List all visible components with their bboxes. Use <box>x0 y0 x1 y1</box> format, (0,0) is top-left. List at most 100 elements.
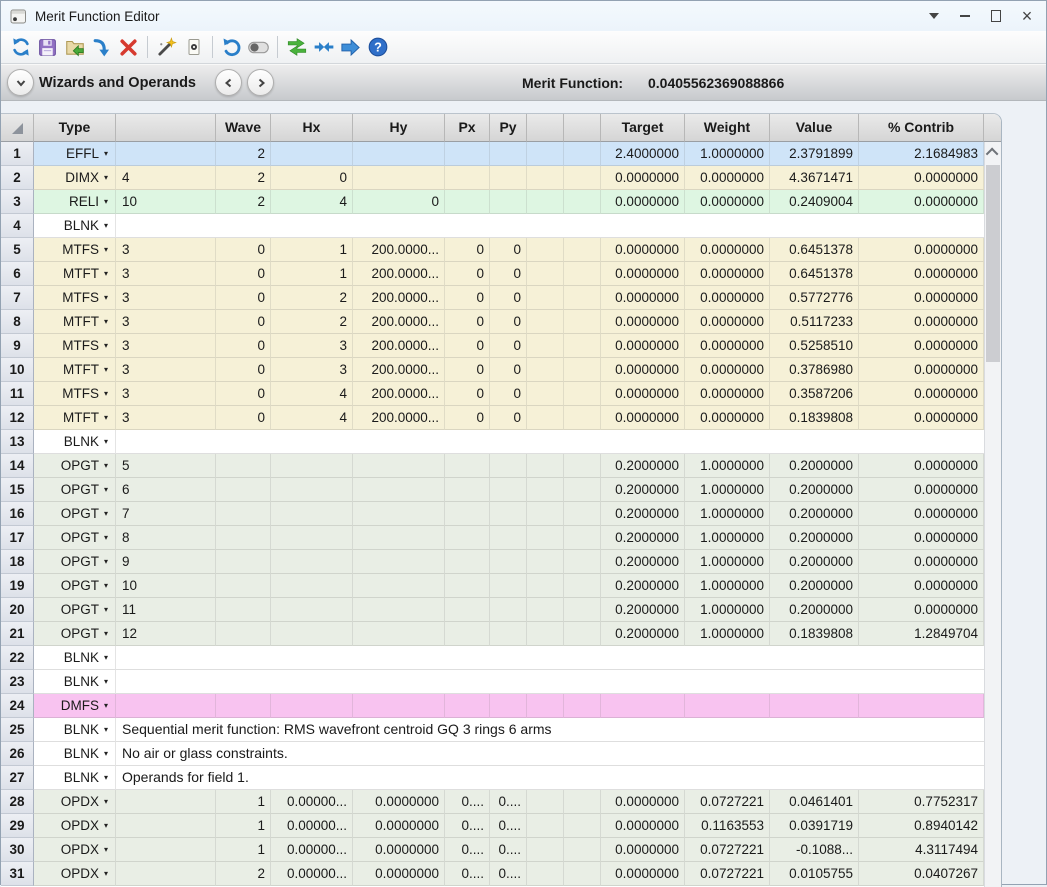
cell-hx[interactable]: 0.00000... <box>271 814 353 838</box>
cell-p1[interactable]: 9 <box>116 550 216 574</box>
operand-type-dropdown[interactable]: MTFS▾ <box>34 334 116 358</box>
cell-target[interactable]: 0.0000000 <box>601 406 685 430</box>
row-number[interactable]: 19 <box>1 574 34 598</box>
cell-p1[interactable]: 7 <box>116 502 216 526</box>
cell-b1[interactable] <box>527 454 564 478</box>
maximize-button[interactable] <box>985 5 1007 27</box>
cell-p1[interactable] <box>116 814 216 838</box>
cell-b2[interactable] <box>564 238 601 262</box>
operand-type-dropdown[interactable]: OPGT▾ <box>34 454 116 478</box>
cell-p1[interactable]: 3 <box>116 382 216 406</box>
cell-target[interactable]: 0.0000000 <box>601 790 685 814</box>
row-number[interactable]: 22 <box>1 646 34 670</box>
cell-target[interactable]: 0.0000000 <box>601 190 685 214</box>
cell-target[interactable]: 0.2000000 <box>601 478 685 502</box>
cell-b2[interactable] <box>564 382 601 406</box>
cell-b1[interactable] <box>527 550 564 574</box>
row-number[interactable]: 30 <box>1 838 34 862</box>
cell-px[interactable]: 0 <box>445 334 490 358</box>
cell-hy[interactable] <box>353 598 445 622</box>
cell-py[interactable] <box>490 550 527 574</box>
cell-b1[interactable] <box>527 574 564 598</box>
cell-px[interactable]: 0.... <box>445 862 490 886</box>
row-number[interactable]: 12 <box>1 406 34 430</box>
cell-p1[interactable]: 10 <box>116 574 216 598</box>
refresh-button[interactable] <box>7 34 34 61</box>
cell-py[interactable]: 0.... <box>490 790 527 814</box>
cell-p1[interactable] <box>116 790 216 814</box>
cell-hy[interactable]: 200.0000... <box>353 238 445 262</box>
cell-hx[interactable]: 1 <box>271 262 353 286</box>
cell-py[interactable]: 0 <box>490 262 527 286</box>
cell-hy[interactable] <box>353 166 445 190</box>
cell-p1[interactable]: 10 <box>116 190 216 214</box>
cell-p1[interactable]: 3 <box>116 334 216 358</box>
cell-wave[interactable] <box>216 478 271 502</box>
cell-py[interactable] <box>490 190 527 214</box>
comment-cell[interactable] <box>116 430 984 454</box>
cell-b1[interactable] <box>527 598 564 622</box>
cell-hy[interactable] <box>353 526 445 550</box>
operand-type-dropdown[interactable]: EFFL▾ <box>34 142 116 166</box>
cell-b2[interactable] <box>564 526 601 550</box>
operand-type-dropdown[interactable]: OPDX▾ <box>34 790 116 814</box>
cell-target[interactable]: 0.0000000 <box>601 286 685 310</box>
cell-p1[interactable]: 11 <box>116 598 216 622</box>
cell-contrib[interactable]: 0.0000000 <box>859 454 984 478</box>
cell-wave[interactable]: 0 <box>216 310 271 334</box>
vertical-scrollbar[interactable] <box>984 142 1001 887</box>
operand-type-dropdown[interactable]: OPGT▾ <box>34 622 116 646</box>
cell-weight[interactable]: 0.0000000 <box>685 310 770 334</box>
cell-px[interactable]: 0 <box>445 286 490 310</box>
row-number[interactable]: 26 <box>1 742 34 766</box>
cell-px[interactable]: 0 <box>445 406 490 430</box>
cell-py[interactable]: 0 <box>490 286 527 310</box>
cell-py[interactable] <box>490 622 527 646</box>
cell-value[interactable]: 0.3587206 <box>770 382 859 406</box>
cell-p1[interactable]: 3 <box>116 358 216 382</box>
cell-b2[interactable] <box>564 286 601 310</box>
cell-px[interactable]: 0 <box>445 358 490 382</box>
cell-wave[interactable]: 0 <box>216 334 271 358</box>
cell-b2[interactable] <box>564 862 601 886</box>
row-number[interactable]: 7 <box>1 286 34 310</box>
pin-menu-button[interactable] <box>923 5 945 27</box>
cell-contrib[interactable]: 0.7752317 <box>859 790 984 814</box>
cell-weight[interactable]: 0.0727221 <box>685 790 770 814</box>
row-number[interactable]: 15 <box>1 478 34 502</box>
cell-value[interactable]: 0.0461401 <box>770 790 859 814</box>
cell-b1[interactable] <box>527 694 564 718</box>
undo-button[interactable] <box>218 34 245 61</box>
cell-value[interactable]: 0.3786980 <box>770 358 859 382</box>
cell-px[interactable] <box>445 622 490 646</box>
cell-contrib[interactable]: 0.0000000 <box>859 358 984 382</box>
cell-wave[interactable]: 1 <box>216 814 271 838</box>
operand-type-dropdown[interactable]: OPGT▾ <box>34 598 116 622</box>
cell-p1[interactable]: 12 <box>116 622 216 646</box>
cell-value[interactable]: 2.3791899 <box>770 142 859 166</box>
operand-type-dropdown[interactable]: MTFT▾ <box>34 262 116 286</box>
cell-hy[interactable]: 200.0000... <box>353 406 445 430</box>
row-number[interactable]: 27 <box>1 766 34 790</box>
cell-hx[interactable]: 4 <box>271 382 353 406</box>
cell-value[interactable]: 0.0391719 <box>770 814 859 838</box>
operand-type-dropdown[interactable]: OPDX▾ <box>34 862 116 886</box>
cell-weight[interactable]: 1.0000000 <box>685 478 770 502</box>
cell-b2[interactable] <box>564 694 601 718</box>
cell-hy[interactable] <box>353 574 445 598</box>
row-number[interactable]: 28 <box>1 790 34 814</box>
operand-type-dropdown[interactable]: MTFS▾ <box>34 382 116 406</box>
cell-b2[interactable] <box>564 574 601 598</box>
cell-p1[interactable] <box>116 862 216 886</box>
cell-wave[interactable] <box>216 598 271 622</box>
cell-weight[interactable]: 1.0000000 <box>685 550 770 574</box>
operand-type-dropdown[interactable]: OPDX▾ <box>34 838 116 862</box>
cell-value[interactable]: 0.1839808 <box>770 622 859 646</box>
comment-cell[interactable] <box>116 646 984 670</box>
insert-operand-button[interactable] <box>88 34 115 61</box>
cell-b2[interactable] <box>564 142 601 166</box>
cell-py[interactable]: 0 <box>490 334 527 358</box>
cell-weight[interactable]: 0.0000000 <box>685 406 770 430</box>
cell-b1[interactable] <box>527 382 564 406</box>
operand-type-dropdown[interactable]: BLNK▾ <box>34 718 116 742</box>
